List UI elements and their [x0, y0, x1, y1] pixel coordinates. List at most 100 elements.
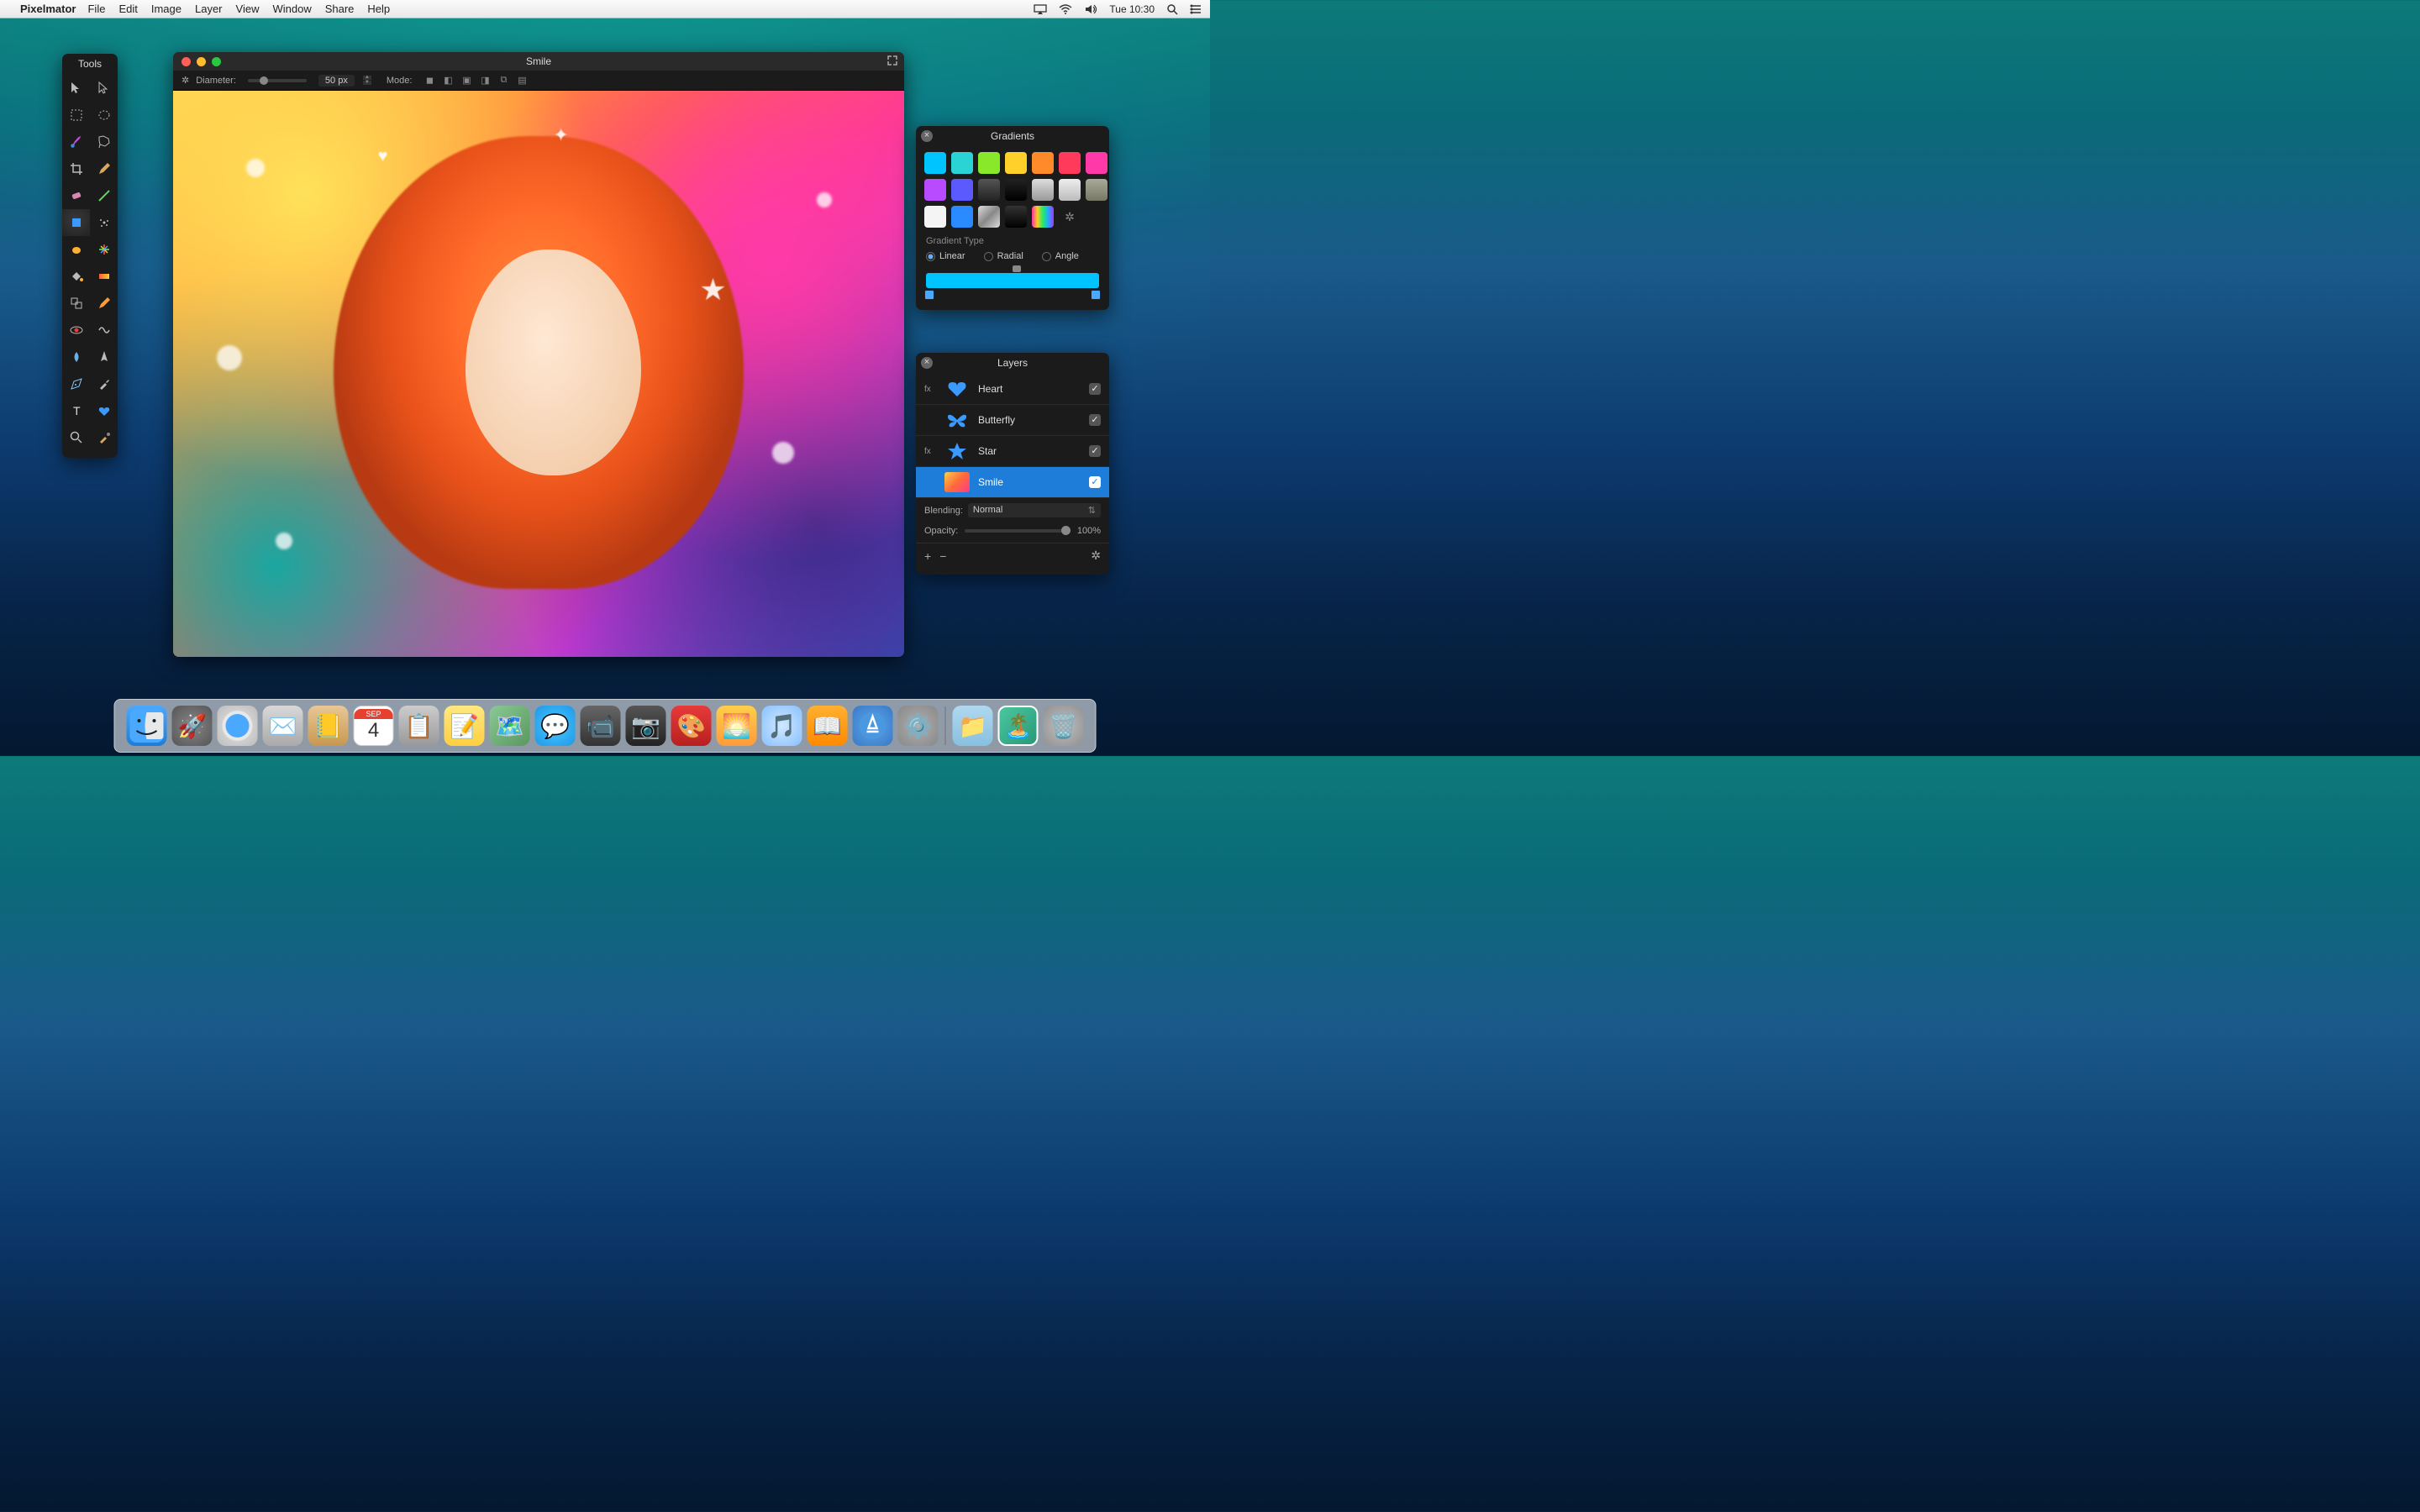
- marquee-tool[interactable]: [62, 102, 90, 129]
- shape-tool[interactable]: [62, 209, 90, 236]
- mode-option-1[interactable]: ◼: [424, 75, 435, 87]
- clone-tool[interactable]: [62, 290, 90, 317]
- spray-tool[interactable]: [90, 209, 118, 236]
- selection-arrow-tool[interactable]: [90, 75, 118, 102]
- dock-sysprefs[interactable]: ⚙️: [898, 706, 939, 746]
- app-menu[interactable]: Pixelmator: [20, 3, 76, 15]
- menu-file[interactable]: File: [87, 3, 105, 15]
- layer-visibility-checkbox[interactable]: ✓: [1089, 476, 1101, 488]
- diameter-value[interactable]: 50 px: [318, 75, 355, 87]
- smudge-tool[interactable]: [62, 236, 90, 263]
- gradient-swatch[interactable]: [1059, 152, 1081, 174]
- heart-shape-tool[interactable]: [90, 397, 118, 424]
- sharpen-tool[interactable]: [90, 344, 118, 370]
- gradient-swatch[interactable]: [978, 206, 1000, 228]
- gradient-swatch[interactable]: [951, 179, 973, 201]
- dock-messages[interactable]: 💬: [535, 706, 576, 746]
- dock-safari[interactable]: [218, 706, 258, 746]
- dock-photobooth[interactable]: 📷: [626, 706, 666, 746]
- gradient-swatch[interactable]: [951, 152, 973, 174]
- color-picker-tool[interactable]: [90, 424, 118, 451]
- gradient-type-linear[interactable]: Linear: [926, 251, 965, 261]
- lasso-tool[interactable]: [90, 129, 118, 155]
- crop-tool[interactable]: [62, 155, 90, 182]
- dock-facetime[interactable]: 📹: [581, 706, 621, 746]
- gradient-swatch[interactable]: [1086, 179, 1107, 201]
- gradient-swatch[interactable]: [924, 179, 946, 201]
- notification-center-icon[interactable]: [1190, 4, 1202, 14]
- layer-visibility-checkbox[interactable]: ✓: [1089, 445, 1101, 457]
- color-burst-tool[interactable]: [90, 236, 118, 263]
- gradient-swatch[interactable]: [1032, 206, 1054, 228]
- mode-option-5[interactable]: ⧉: [497, 75, 509, 87]
- gradient-swatch[interactable]: [924, 206, 946, 228]
- layer-options-menu[interactable]: ✲: [1091, 549, 1101, 563]
- gradient-swatch[interactable]: [1059, 179, 1081, 201]
- layer-row-star[interactable]: fx Star ✓: [916, 436, 1109, 467]
- layer-row-butterfly[interactable]: Butterfly ✓: [916, 405, 1109, 436]
- menu-edit[interactable]: Edit: [118, 3, 137, 15]
- text-tool[interactable]: T: [62, 397, 90, 424]
- gradient-swatch[interactable]: [924, 152, 946, 174]
- gradient-swatch[interactable]: [978, 179, 1000, 201]
- dock-reminders[interactable]: 📋: [399, 706, 439, 746]
- gradient-stop-right[interactable]: [1091, 290, 1101, 300]
- menu-window[interactable]: Window: [272, 3, 311, 15]
- dock-ibooks[interactable]: 📖: [808, 706, 848, 746]
- warp-tool[interactable]: [90, 317, 118, 344]
- dock-iphoto[interactable]: 🌅: [717, 706, 757, 746]
- layer-row-smile[interactable]: Smile ✓: [916, 467, 1109, 498]
- layer-row-heart[interactable]: fx Heart ✓: [916, 374, 1109, 405]
- dock-photo-stack[interactable]: 🏝️: [998, 706, 1039, 746]
- line-tool[interactable]: [90, 182, 118, 209]
- gradient-swatch[interactable]: [1005, 179, 1027, 201]
- dock-pixelmator[interactable]: 🎨: [671, 706, 712, 746]
- diameter-stepper[interactable]: ▲▼: [363, 76, 371, 85]
- mode-option-4[interactable]: ◨: [479, 75, 491, 87]
- gradient-swatch[interactable]: [951, 206, 973, 228]
- gradient-swatch[interactable]: [978, 152, 1000, 174]
- paint-bucket-tool[interactable]: [62, 263, 90, 290]
- volume-icon[interactable]: [1084, 4, 1097, 14]
- zoom-tool[interactable]: [62, 424, 90, 451]
- dock-mail[interactable]: ✉️: [263, 706, 303, 746]
- eyedropper-tool[interactable]: [90, 370, 118, 397]
- gradient-tool[interactable]: [90, 263, 118, 290]
- dock-finder[interactable]: [127, 706, 167, 746]
- diameter-slider[interactable]: [248, 79, 307, 82]
- dock-calendar[interactable]: SEP4: [354, 706, 394, 746]
- dock-maps[interactable]: 🗺️: [490, 706, 530, 746]
- gradient-swatch[interactable]: [1032, 179, 1054, 201]
- add-layer-button[interactable]: +: [924, 549, 931, 563]
- blur-tool[interactable]: [62, 344, 90, 370]
- menu-help[interactable]: Help: [367, 3, 390, 15]
- gradient-stop-left[interactable]: [924, 290, 934, 300]
- dock-contacts[interactable]: 📒: [308, 706, 349, 746]
- menu-view[interactable]: View: [236, 3, 260, 15]
- blending-mode-select[interactable]: Normal ⇅: [968, 503, 1101, 517]
- remove-layer-button[interactable]: −: [939, 549, 946, 563]
- gradient-swatch[interactable]: [1086, 152, 1107, 174]
- gradient-type-radial[interactable]: Radial: [984, 251, 1023, 261]
- pen-tool[interactable]: [62, 370, 90, 397]
- window-titlebar[interactable]: Smile: [173, 52, 904, 71]
- menu-image[interactable]: Image: [151, 3, 182, 15]
- color-pencil-tool[interactable]: [90, 290, 118, 317]
- airplay-icon[interactable]: [1034, 4, 1047, 14]
- dock-itunes[interactable]: 🎵: [762, 706, 802, 746]
- layer-visibility-checkbox[interactable]: ✓: [1089, 414, 1101, 426]
- eraser-tool[interactable]: [62, 182, 90, 209]
- canvas-viewport[interactable]: ★ ♥ ✦: [173, 91, 904, 657]
- gradient-swatch[interactable]: [1005, 152, 1027, 174]
- opacity-slider[interactable]: [965, 529, 1071, 533]
- gradient-type-angle[interactable]: Angle: [1042, 251, 1079, 261]
- settings-gear-icon[interactable]: ✲: [182, 75, 189, 86]
- mode-option-2[interactable]: ◧: [442, 75, 454, 87]
- brush-tool[interactable]: [62, 129, 90, 155]
- move-tool[interactable]: [62, 75, 90, 102]
- spotlight-icon[interactable]: [1166, 3, 1178, 15]
- mode-option-3[interactable]: ▣: [460, 75, 472, 87]
- dock-notes[interactable]: 📝: [445, 706, 485, 746]
- menu-layer[interactable]: Layer: [195, 3, 223, 15]
- fullscreen-button[interactable]: [887, 55, 897, 66]
